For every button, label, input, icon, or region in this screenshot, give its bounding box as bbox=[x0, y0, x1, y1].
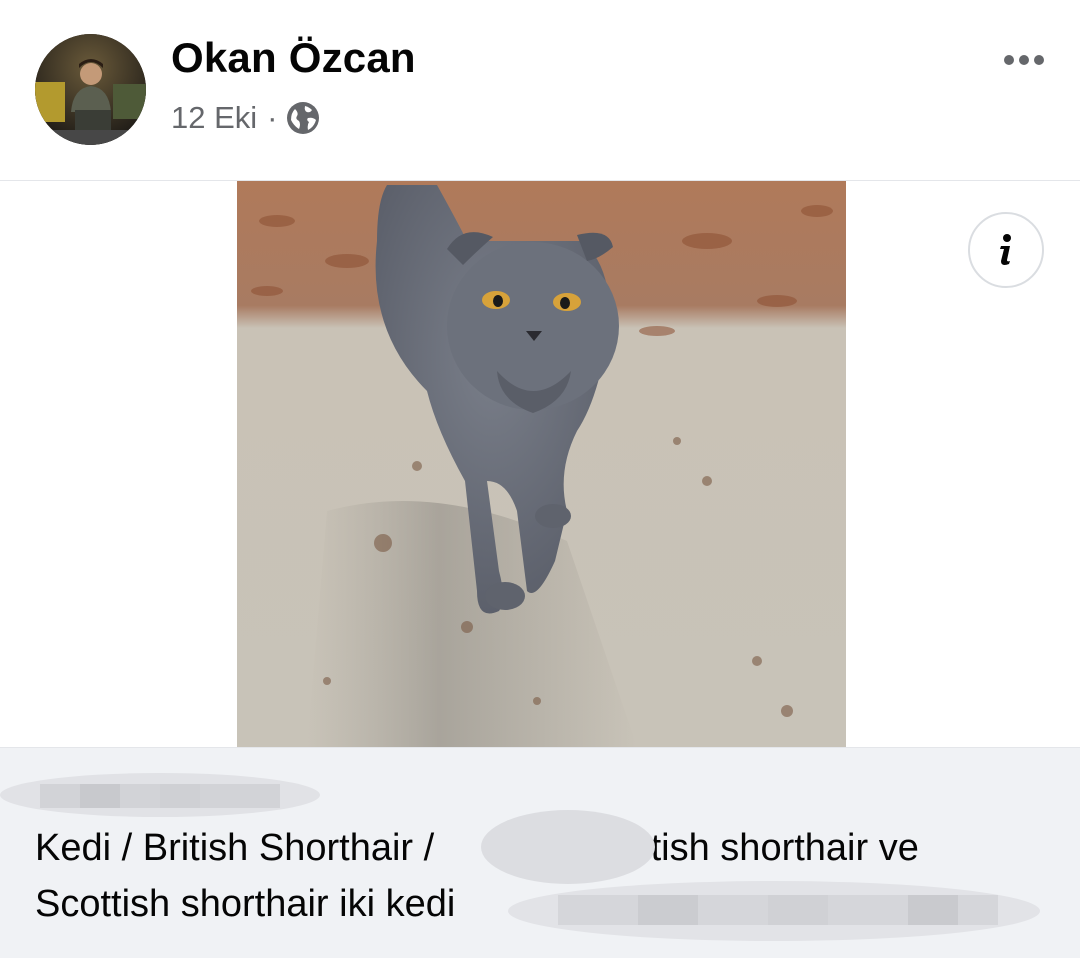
info-icon bbox=[1000, 234, 1011, 265]
link-domain-redacted bbox=[0, 773, 320, 817]
more-dot bbox=[1004, 55, 1014, 65]
link-preview[interactable]: Kedi / British Shorthair / British shorth… bbox=[0, 747, 1080, 958]
post-header: Okan Özcan 12 Eki · bbox=[0, 0, 1080, 180]
link-title-part-c: Scottish shorthair iki kedi bbox=[35, 883, 456, 925]
meta-separator: · bbox=[267, 100, 278, 135]
author-name[interactable]: Okan Özcan bbox=[171, 34, 416, 82]
globe-icon[interactable] bbox=[286, 101, 320, 135]
cat-photo bbox=[237, 181, 846, 747]
more-dot bbox=[1019, 55, 1029, 65]
post-timestamp[interactable]: 12 Eki bbox=[171, 100, 257, 136]
avatar[interactable] bbox=[35, 34, 146, 145]
info-button[interactable] bbox=[968, 212, 1044, 288]
avatar-photo bbox=[35, 34, 146, 145]
post-photo[interactable] bbox=[237, 181, 846, 747]
redaction-blob bbox=[508, 881, 1040, 941]
facebook-post: Okan Özcan 12 Eki · Kedi / British Short… bbox=[0, 0, 1080, 958]
more-options-button[interactable] bbox=[996, 40, 1052, 80]
link-title-part-a: Kedi / British Shorthair / bbox=[35, 827, 435, 869]
post-meta: 12 Eki · bbox=[171, 98, 320, 138]
redaction-blob bbox=[481, 810, 655, 884]
more-dot bbox=[1034, 55, 1044, 65]
